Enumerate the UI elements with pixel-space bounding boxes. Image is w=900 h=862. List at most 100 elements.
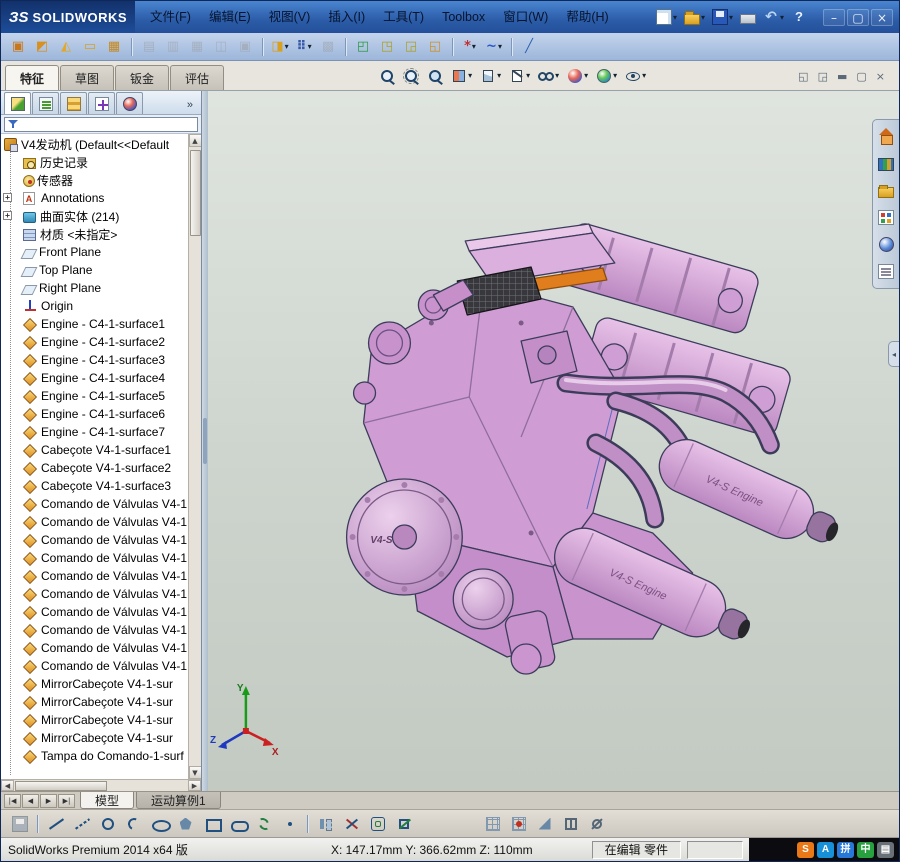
dropdown-arrow-icon[interactable]: ▾: [642, 71, 646, 80]
publish-button[interactable]: ◩: [31, 36, 53, 58]
tools-box-2-button[interactable]: ◲: [400, 36, 422, 58]
tree-item[interactable]: Tampa do Comando-1-surf: [1, 747, 188, 765]
dropdown-arrow-icon[interactable]: ▾: [468, 71, 472, 80]
line-button[interactable]: [43, 812, 68, 835]
dropdown-arrow-icon[interactable]: ▾: [497, 71, 501, 80]
tree-item[interactable]: Front Plane: [1, 243, 188, 261]
tree-item[interactable]: Cabeçote V4-1-surface2: [1, 459, 188, 477]
apply-scene-button[interactable]: ▾: [592, 64, 621, 88]
dropdown-arrow-icon[interactable]: ▾: [584, 71, 588, 80]
quick-snaps-button[interactable]: ⠿ ▾: [293, 36, 315, 58]
splitter-grip[interactable]: [203, 418, 207, 464]
previous-window-button[interactable]: ◱: [798, 70, 808, 83]
restore-button[interactable]: ▢: [847, 8, 869, 26]
hide-show-button[interactable]: ▾: [534, 64, 563, 88]
tree-horizontal-scrollbar[interactable]: ◀ ▶: [1, 779, 201, 791]
slot-button[interactable]: [225, 812, 250, 835]
tray-icon[interactable]: S: [797, 841, 814, 858]
dropdown-arrow-icon[interactable]: ▾: [613, 71, 617, 80]
graphics-area[interactable]: V4-S Engine V4-S Engine V4-S Y X Z ◂: [208, 91, 899, 791]
menu-item-3[interactable]: 插入(I): [319, 1, 374, 33]
convert-button[interactable]: [391, 812, 416, 835]
dropdown-arrow-icon[interactable]: ▾: [472, 42, 476, 51]
dropdown-arrow-icon[interactable]: ▾: [780, 13, 784, 22]
tree-item[interactable]: 传感器: [1, 171, 188, 189]
expand-toggle-icon[interactable]: +: [3, 211, 12, 220]
motion-study-tab[interactable]: 运动算例1: [136, 792, 221, 809]
model-tab[interactable]: 模型: [80, 792, 135, 809]
dimxpertmanager-tab[interactable]: [88, 92, 115, 114]
commandmanager-tab-3[interactable]: 评估: [170, 65, 225, 90]
tree-item[interactable]: Right Plane: [1, 279, 188, 297]
tree-item[interactable]: + Annotations: [1, 189, 188, 207]
tree-item[interactable]: Comando de Válvulas V4-1: [1, 495, 188, 513]
secondary-cover[interactable]: [452, 568, 514, 630]
view-settings-button[interactable]: ▾: [621, 64, 650, 88]
scroll-right-icon[interactable]: ▶: [188, 780, 201, 791]
grid-view-button[interactable]: ▦: [103, 36, 125, 58]
tools-box-1-button[interactable]: ◳: [376, 36, 398, 58]
undo-button[interactable]: ↶ ▾: [761, 8, 786, 26]
dropdown-arrow-icon[interactable]: ▾: [701, 13, 705, 22]
doc-tool-4-button[interactable]: ◫: [210, 36, 232, 58]
tree-item[interactable]: 历史记录: [1, 153, 188, 171]
save-button[interactable]: ▾: [710, 8, 735, 26]
tree-item[interactable]: MirrorCabeçote V4-1-sur: [1, 729, 188, 747]
restore-document-button[interactable]: ▢: [856, 70, 866, 83]
tab-scroll-button[interactable]: ▶|: [58, 793, 75, 808]
task-pane-collapse-arrow[interactable]: ◂: [888, 341, 899, 367]
new-document-button[interactable]: ▾: [654, 8, 679, 26]
menu-item-1[interactable]: 编辑(E): [200, 1, 260, 33]
save-button[interactable]: [7, 812, 32, 835]
arc-button[interactable]: [121, 812, 146, 835]
tray-icon[interactable]: 拼: [837, 841, 854, 858]
tree-item[interactable]: Engine - C4-1-surface5: [1, 387, 188, 405]
spline-button[interactable]: [251, 812, 276, 835]
tree-item[interactable]: Comando de Válvulas V4-1: [1, 621, 188, 639]
scroll-thumb[interactable]: [189, 150, 201, 236]
dropdown-arrow-icon[interactable]: ▾: [498, 42, 502, 51]
custom-properties-tab[interactable]: [873, 258, 899, 285]
dropdown-arrow-icon[interactable]: ▾: [285, 42, 289, 51]
doc-tool-2-button[interactable]: ▥: [162, 36, 184, 58]
capture-button[interactable]: ▣: [7, 36, 29, 58]
manager-tabs-overflow[interactable]: »: [182, 99, 198, 114]
tree-item[interactable]: Engine - C4-1-surface6: [1, 405, 188, 423]
scroll-left-icon[interactable]: ◀: [1, 780, 14, 791]
tree-item[interactable]: Comando de Válvulas V4-1: [1, 531, 188, 549]
menu-item-6[interactable]: 窗口(W): [494, 1, 557, 33]
circle-button[interactable]: [95, 812, 120, 835]
tree-item[interactable]: Comando de Válvulas V4-1: [1, 567, 188, 585]
tree-item[interactable]: Top Plane: [1, 261, 188, 279]
settings-button[interactable]: [584, 812, 609, 835]
display-style-button[interactable]: ▾: [505, 64, 534, 88]
clutch-cover[interactable]: V4-S: [345, 478, 463, 596]
viewgrid-button[interactable]: [558, 812, 583, 835]
tree-item[interactable]: Comando de Válvulas V4-1: [1, 657, 188, 675]
alert-button[interactable]: ◭: [55, 36, 77, 58]
tree-item[interactable]: MirrorCabeçote V4-1-sur: [1, 693, 188, 711]
snap-button[interactable]: [506, 812, 531, 835]
centerline-button[interactable]: [69, 812, 94, 835]
tree-item[interactable]: Comando de Válvulas V4-1: [1, 513, 188, 531]
polygon-button[interactable]: [173, 812, 198, 835]
tree-item[interactable]: Engine - C4-1-surface2: [1, 333, 188, 351]
scroll-up-icon[interactable]: ▲: [188, 134, 201, 147]
mirror-button[interactable]: [313, 812, 338, 835]
close-button[interactable]: ×: [871, 8, 893, 26]
tree-vertical-scrollbar[interactable]: ▲ ▼: [188, 134, 201, 779]
grid-button[interactable]: [480, 812, 505, 835]
tree-root-part[interactable]: V4发动机 (Default<<Default: [1, 135, 188, 153]
displaymanager-tab[interactable]: [116, 92, 143, 114]
tab-scroll-button[interactable]: ▶: [40, 793, 57, 808]
mail-button[interactable]: ▭: [79, 36, 101, 58]
tree-item[interactable]: Comando de Válvulas V4-1: [1, 549, 188, 567]
zoom-area-button[interactable]: [399, 64, 423, 88]
doc-tool-5-button[interactable]: ▣: [234, 36, 256, 58]
tree-item[interactable]: MirrorCabeçote V4-1-sur: [1, 711, 188, 729]
minimize-document-button[interactable]: ▬: [837, 70, 847, 83]
gold-box-button[interactable]: ◱: [424, 36, 446, 58]
commandmanager-tab-2[interactable]: 钣金: [115, 65, 170, 90]
commandmanager-tab-0[interactable]: 特征: [5, 65, 60, 90]
print-button[interactable]: [738, 9, 758, 25]
